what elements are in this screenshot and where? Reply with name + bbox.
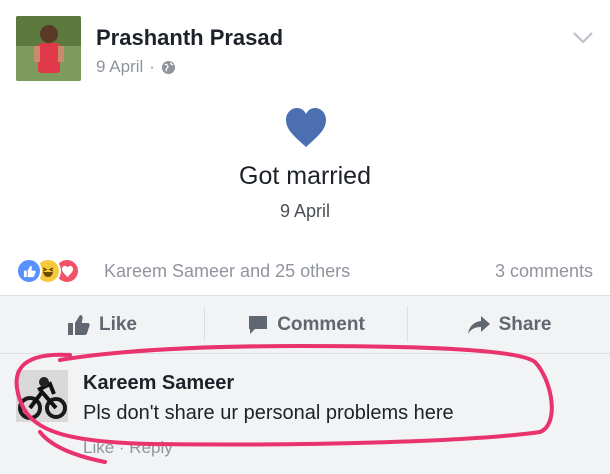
reaction-icons[interactable]	[16, 258, 80, 284]
like-reaction-icon	[16, 258, 42, 284]
author-avatar[interactable]	[16, 16, 81, 81]
commenter-avatar[interactable]	[16, 370, 68, 422]
life-event-title: Got married	[239, 162, 371, 190]
share-button-label: Share	[498, 313, 552, 335]
share-arrow-icon	[467, 315, 490, 334]
post-date[interactable]: 9 April	[96, 57, 143, 77]
like-button[interactable]: Like	[0, 296, 204, 353]
life-event-date: 9 April	[279, 201, 331, 221]
comment-text: Pls don't share ur personal problems her…	[83, 402, 454, 424]
comment-button[interactable]: Comment	[205, 296, 407, 353]
post-meta: 9 April ·	[96, 57, 176, 77]
comments-count[interactable]: 3 comments	[495, 261, 593, 282]
heart-icon	[286, 108, 326, 147]
comment-icon	[249, 315, 268, 334]
globe-icon	[161, 60, 175, 74]
comment-button-label: Comment	[277, 313, 365, 335]
chevron-down-icon[interactable]	[571, 30, 595, 46]
reactions-summary[interactable]: Kareem Sameer and 25 others	[104, 261, 350, 282]
like-button-label: Like	[98, 313, 138, 335]
share-button[interactable]: Share	[408, 296, 610, 353]
comment-actions-separator: ·	[114, 438, 130, 457]
post-author-name[interactable]: Prashanth Prasad	[96, 25, 283, 51]
comment-actions: Like · Reply	[83, 438, 173, 458]
thumbs-up-icon	[67, 314, 90, 335]
comment-like-link[interactable]: Like	[83, 438, 114, 457]
meta-separator: ·	[149, 57, 155, 76]
post-footer: Like Comment Share Kareem Sameer Pls don…	[0, 295, 610, 474]
comment-reply-link[interactable]: Reply	[129, 438, 172, 457]
commenter-name[interactable]: Kareem Sameer	[83, 372, 234, 395]
action-bar: Like Comment Share	[0, 296, 610, 354]
